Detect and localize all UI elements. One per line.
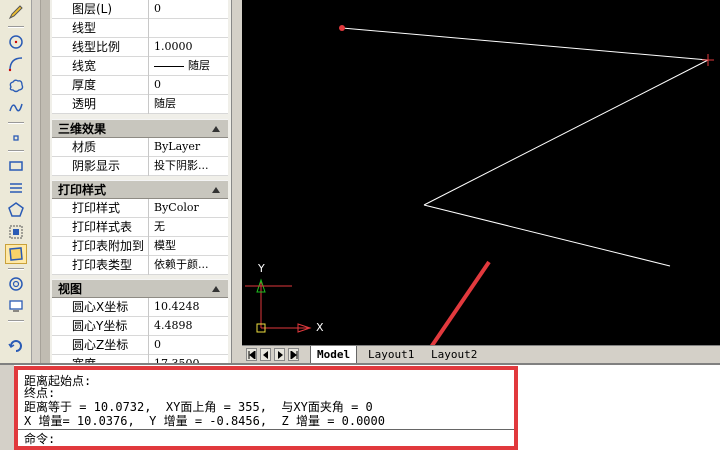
prop-key: 打印样式: [52, 199, 149, 218]
collapse-arrow-icon[interactable]: [212, 187, 220, 193]
prop-row-lineweight[interactable]: 线宽 随层: [52, 57, 228, 76]
layout-tab-bar: Model Layout1 Layout2: [242, 345, 720, 363]
prop-value: 模型: [154, 239, 176, 252]
prop-key: 线型: [52, 19, 149, 38]
group-title: 视图: [58, 282, 83, 296]
collapse-arrow-icon[interactable]: [212, 286, 220, 292]
prop-row-layer[interactable]: 图层(L) 0: [52, 0, 228, 19]
line-entity[interactable]: [423, 59, 709, 206]
polygon-icon[interactable]: [5, 200, 27, 220]
spline-icon[interactable]: [5, 98, 27, 118]
group-header-view[interactable]: 视图: [52, 279, 228, 298]
prop-key: 打印样式表: [52, 218, 149, 237]
donut-icon[interactable]: [5, 274, 27, 294]
prev-tab-button[interactable]: [260, 348, 271, 361]
command-history-line: X 增量= 10.0376, Y 增量 = -0.8456, Z 增量 = 0.…: [24, 414, 385, 428]
prop-value: 0: [154, 338, 161, 351]
group-title: 三维效果: [58, 122, 107, 136]
annotation-arrow: [394, 260, 491, 392]
prop-key: 线宽: [52, 57, 149, 76]
start-point-marker: [339, 25, 345, 31]
prop-key: 线型比例: [52, 38, 149, 57]
hatch-icon[interactable]: [5, 178, 27, 198]
model-space: Y X: [245, 25, 714, 392]
lineweight-text: 随层: [188, 59, 210, 72]
prop-value: 随层: [154, 97, 176, 110]
refresh-icon[interactable]: [5, 336, 27, 356]
group-title: 打印样式: [58, 183, 107, 197]
group-header-3d-effects[interactable]: 三维效果: [52, 119, 228, 138]
prop-value: 随层: [150, 57, 228, 76]
prop-value: 4.4898: [154, 319, 193, 332]
arc-icon[interactable]: [5, 54, 27, 74]
prop-value: 投下阴影...: [154, 159, 209, 172]
prop-row-center-z[interactable]: 圆心Z坐标 0: [52, 336, 228, 355]
prop-value: 0: [154, 78, 161, 91]
boundary-icon[interactable]: [5, 244, 27, 264]
next-tab-button[interactable]: [274, 348, 285, 361]
prop-key: 图层(L): [52, 0, 149, 19]
point-icon[interactable]: [5, 128, 27, 148]
prop-value: [150, 19, 228, 38]
prop-key: 打印表类型: [52, 256, 149, 275]
drawing-canvas[interactable]: Y X: [242, 0, 720, 392]
command-window: 距离起始点: 终点: 距离等于 = 10.0732, XY面上角 = 355, …: [0, 363, 720, 450]
ucs-icon: Y X: [245, 262, 324, 334]
cad-window: 图层(L) 0 线型 线型比例 1.0000 线宽 随层 厚度 0 透明 随层 …: [0, 0, 720, 450]
tab-layout1[interactable]: Layout1: [362, 346, 420, 363]
prop-row-transparency[interactable]: 透明 随层: [52, 95, 228, 114]
prop-row-plot-table-type[interactable]: 打印表类型 依赖于颜...: [52, 256, 228, 275]
circle-icon[interactable]: [5, 32, 27, 52]
prop-key: 圆心Y坐标: [52, 317, 149, 336]
prop-value: ByLayer: [154, 140, 201, 153]
region-icon[interactable]: [5, 222, 27, 242]
prop-row-linetype-scale[interactable]: 线型比例 1.0000: [52, 38, 228, 57]
command-history-line: 距离等于 = 10.0732, XY面上角 = 355, 与XY面夹角 = 0: [24, 400, 373, 414]
group-header-plot-style[interactable]: 打印样式: [52, 180, 228, 199]
revcloud-icon[interactable]: [5, 76, 27, 96]
draw-toolbar: [0, 0, 32, 372]
prop-key: 圆心X坐标: [52, 298, 149, 317]
prop-key: 材质: [52, 138, 149, 157]
prop-key: 打印表附加到: [52, 237, 149, 256]
prop-row-shadow[interactable]: 阴影显示 投下阴影...: [52, 157, 228, 176]
last-tab-button[interactable]: [288, 348, 299, 361]
prop-row-thickness[interactable]: 厚度 0: [52, 76, 228, 95]
prop-value: 0: [154, 2, 161, 15]
tab-layout2[interactable]: Layout2: [425, 346, 483, 363]
prop-key: 阴影显示: [52, 157, 149, 176]
prop-key: 透明: [52, 95, 149, 114]
prop-key: 厚度: [52, 76, 149, 95]
pencil-icon[interactable]: [5, 2, 27, 22]
properties-panel: 图层(L) 0 线型 线型比例 1.0000 线宽 随层 厚度 0 透明 随层 …: [50, 0, 232, 372]
tab-model[interactable]: Model: [310, 346, 358, 363]
prop-row-linetype[interactable]: 线型: [52, 19, 228, 38]
command-window-grip[interactable]: [0, 365, 14, 450]
collapse-arrow-icon[interactable]: [212, 126, 220, 132]
properties-scrollbar[interactable]: [40, 0, 50, 372]
prop-value: 10.4248: [154, 300, 200, 313]
lineweight-sample: [154, 65, 184, 67]
wipeout-icon[interactable]: [5, 296, 27, 316]
command-prompt[interactable]: 命令:: [24, 433, 55, 446]
prop-row-plot-attached-to[interactable]: 打印表附加到 模型: [52, 237, 228, 256]
prop-value: 依赖于颜...: [154, 258, 209, 271]
line-entity[interactable]: [423, 204, 671, 267]
prop-value: ByColor: [154, 201, 199, 214]
rectangle-icon[interactable]: [5, 156, 27, 176]
prop-row-plot-style-table[interactable]: 打印样式表 无: [52, 218, 228, 237]
first-tab-button[interactable]: [246, 348, 257, 361]
ucs-y-label: Y: [257, 262, 265, 275]
prop-key: 圆心Z坐标: [52, 336, 149, 355]
end-point-cross-icon: [702, 54, 714, 66]
prop-row-material[interactable]: 材质 ByLayer: [52, 138, 228, 157]
ucs-x-label: X: [316, 321, 324, 334]
prop-row-center-x[interactable]: 圆心X坐标 10.4248: [52, 298, 228, 317]
command-history-line: 终点:: [24, 386, 56, 400]
prop-value: 无: [154, 220, 165, 233]
prop-value: 1.0000: [154, 40, 193, 53]
prop-row-plot-style[interactable]: 打印样式 ByColor: [52, 199, 228, 218]
prop-row-center-y[interactable]: 圆心Y坐标 4.4898: [52, 317, 228, 336]
line-entity[interactable]: [341, 27, 709, 61]
